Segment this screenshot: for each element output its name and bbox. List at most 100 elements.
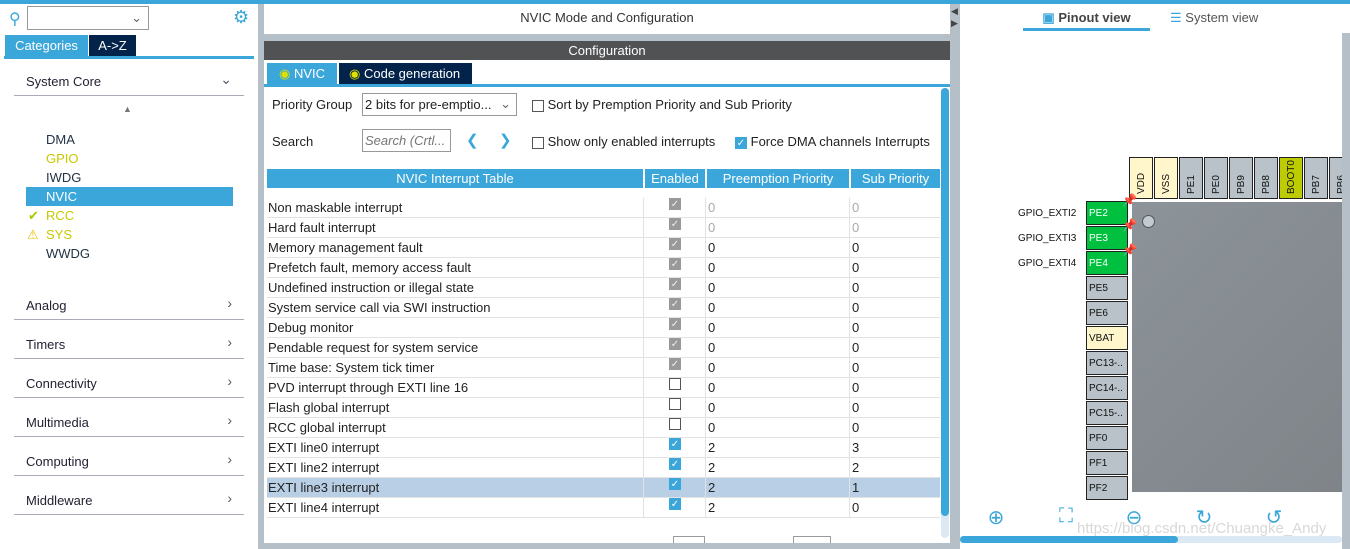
checkbox[interactable] [532, 136, 544, 149]
table-row[interactable]: Time base: System tick timer ✓ 0 0 [267, 358, 940, 378]
sub-priority[interactable]: 0 [852, 218, 859, 238]
column-header-name[interactable]: NVIC Interrupt Table [267, 169, 643, 188]
table-row[interactable]: System service call via SWI instruction … [267, 298, 940, 318]
sub-priority[interactable]: 0 [852, 498, 859, 518]
pin-vbat[interactable]: VBAT [1086, 326, 1128, 350]
scrollbar-thumb[interactable] [960, 536, 1178, 543]
category-search-input[interactable]: ⌄ [27, 6, 149, 30]
category-computing[interactable]: Computing › [14, 448, 244, 476]
table-row[interactable]: RCC global interrupt 0 0 [267, 418, 940, 438]
sub-priority[interactable]: 0 [852, 318, 859, 338]
tab-code-generation[interactable]: ◉ Code generation [339, 63, 472, 84]
sub-priority[interactable]: 0 [852, 358, 859, 378]
preemption-priority[interactable]: 0 [708, 258, 715, 278]
scrollbar-thumb[interactable] [941, 88, 949, 516]
table-row[interactable]: Pendable request for system service ✓ 0 … [267, 338, 940, 358]
table-row[interactable]: Flash global interrupt 0 0 [267, 398, 940, 418]
pin-pb9[interactable]: PB9 [1229, 157, 1253, 199]
sidebar-item-sys[interactable]: ⚠ SYS [26, 225, 233, 244]
enabled-checkbox[interactable]: ✓ [669, 458, 681, 470]
preemption-priority[interactable]: 0 [708, 318, 715, 338]
category-system-core[interactable]: System Core ⌄ [14, 68, 244, 96]
table-row[interactable]: EXTI line3 interrupt ✓ 2 1 [267, 478, 940, 498]
preemption-priority[interactable]: 2 [708, 438, 715, 458]
table-row[interactable]: Prefetch fault, memory access fault ✓ 0 … [267, 258, 940, 278]
sidebar-item-dma[interactable]: DMA [26, 130, 233, 149]
preemption-priority[interactable]: 0 [708, 198, 715, 218]
sub-priority[interactable]: 0 [852, 298, 859, 318]
pin-vss[interactable]: VSS [1154, 157, 1178, 199]
sub-priority[interactable]: 0 [852, 418, 859, 438]
sidebar-item-gpio[interactable]: GPIO [26, 149, 233, 168]
checkbox[interactable]: ✓ [735, 136, 747, 149]
preemption-priority[interactable]: 0 [708, 418, 715, 438]
enabled-checkbox[interactable]: ✓ [669, 498, 681, 510]
sub-priority[interactable]: 0 [852, 238, 859, 258]
pin-pc14[interactable]: PC14-.. [1086, 376, 1128, 400]
sort-checkbox[interactable]: Sort by Premption Priority and Sub Prior… [532, 97, 792, 112]
preemption-priority[interactable]: 0 [708, 398, 715, 418]
sidebar-item-nvic[interactable]: NVIC [26, 187, 233, 206]
preemption-priority[interactable]: 0 [708, 358, 715, 378]
splitter[interactable]: ◀ ▶ [950, 4, 960, 549]
pin-pe1[interactable]: PE1 [1179, 157, 1203, 199]
preemption-priority[interactable]: 0 [708, 378, 715, 398]
table-row[interactable]: EXTI line0 interrupt ✓ 2 3 [267, 438, 940, 458]
checkbox[interactable] [532, 99, 544, 112]
pin-pe6[interactable]: PE6 [1086, 301, 1128, 325]
preemption-priority[interactable]: 0 [708, 278, 715, 298]
preemption-priority[interactable]: 2 [708, 458, 715, 478]
tab-system-view[interactable]: ☰ System view [1170, 10, 1258, 26]
sub-priority[interactable]: 0 [852, 398, 859, 418]
pin-pb8[interactable]: PB8 [1254, 157, 1278, 199]
zoom-in-icon[interactable]: ⊕ [984, 505, 1008, 529]
priority-group-select[interactable]: 2 bits for pre-emptio... ⌄ [362, 93, 517, 116]
pin-pe5[interactable]: PE5 [1086, 276, 1128, 300]
tab-pinout-view[interactable]: ▣ Pinout view [1023, 10, 1150, 30]
sidebar-item-rcc[interactable]: ✔ RCC [26, 206, 233, 225]
pin-pf1[interactable]: PF1 [1086, 451, 1128, 475]
pinout-vertical-scrollbar[interactable] [1342, 33, 1350, 549]
pin-pf2[interactable]: PF2 [1086, 476, 1128, 500]
table-row[interactable]: Non maskable interrupt ✓ 0 0 [267, 198, 940, 218]
tab-nvic[interactable]: ◉ NVIC [267, 63, 337, 84]
preemption-priority[interactable]: 0 [708, 218, 715, 238]
enabled-checkbox[interactable] [669, 418, 681, 430]
gear-icon[interactable]: ⚙ [233, 7, 249, 28]
show-enabled-checkbox[interactable]: Show only enabled interrupts [532, 134, 715, 149]
pin-pe0[interactable]: PE0 [1204, 157, 1228, 199]
preemption-priority[interactable]: 0 [708, 338, 715, 358]
column-header-sub-priority[interactable]: Sub Priority [851, 169, 940, 188]
interrupt-search-input[interactable] [362, 129, 451, 152]
enabled-checkbox[interactable]: ✓ [669, 478, 681, 490]
table-row[interactable]: Hard fault interrupt ✓ 0 0 [267, 218, 940, 238]
pin-pf0[interactable]: PF0 [1086, 426, 1128, 450]
table-row[interactable]: EXTI line4 interrupt ✓ 2 0 [267, 498, 940, 518]
pin-pc13[interactable]: PC13-.. [1086, 351, 1128, 375]
pinout-horizontal-scrollbar[interactable] [960, 536, 1342, 543]
column-header-preemption[interactable]: Preemption Priority [707, 169, 849, 188]
enabled-checkbox[interactable] [669, 398, 681, 410]
preemption-priority[interactable]: 0 [708, 298, 715, 318]
category-analog[interactable]: Analog › [14, 292, 244, 320]
sub-priority[interactable]: 2 [852, 458, 859, 478]
sub-priority[interactable]: 0 [852, 338, 859, 358]
category-multimedia[interactable]: Multimedia › [14, 409, 244, 437]
sub-priority[interactable]: 1 [852, 478, 859, 498]
pin-pc15[interactable]: PC15-.. [1086, 401, 1128, 425]
sort-arrows-icon[interactable]: ▲ [123, 104, 132, 114]
table-row[interactable]: PVD interrupt through EXTI line 16 0 0 [267, 378, 940, 398]
category-connectivity[interactable]: Connectivity › [14, 370, 244, 398]
pin-pb7[interactable]: PB7 [1304, 157, 1328, 199]
table-row[interactable]: Memory management fault ✓ 0 0 [267, 238, 940, 258]
sidebar-item-wwdg[interactable]: WWDG [26, 244, 233, 263]
tab-categories[interactable]: Categories [5, 35, 88, 56]
preemption-priority[interactable]: 2 [708, 498, 715, 518]
fit-to-screen-icon[interactable]: ⛶ [1054, 505, 1078, 529]
category-timers[interactable]: Timers › [14, 331, 244, 359]
pin-boot0[interactable]: BOOT0 [1279, 157, 1303, 199]
sub-priority[interactable]: 0 [852, 378, 859, 398]
sub-priority[interactable]: 0 [852, 278, 859, 298]
search-previous-icon[interactable]: ❮ [466, 131, 479, 149]
column-header-enabled[interactable]: Enabled [645, 169, 705, 188]
